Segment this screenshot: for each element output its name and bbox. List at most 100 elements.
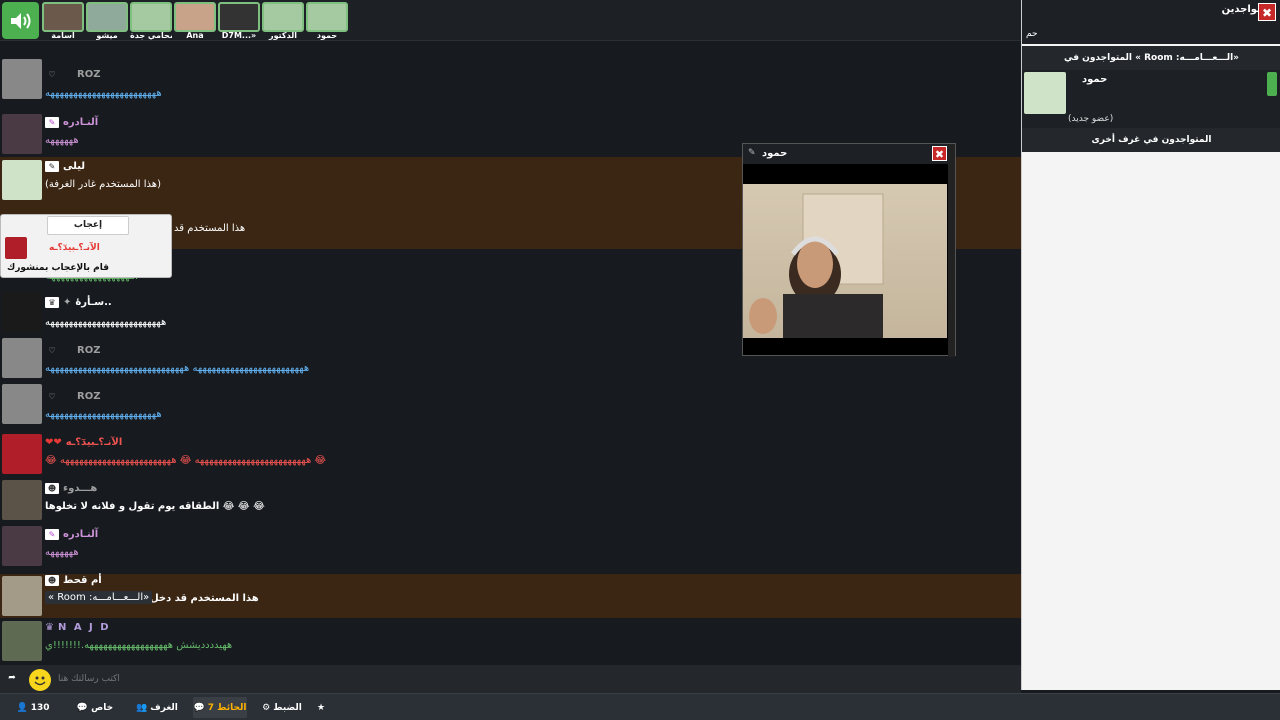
video-window[interactable]: ✎ حمود ✖ (742, 143, 956, 357)
cam-thumb[interactable]: محامي جدة (130, 2, 172, 40)
sender-name[interactable]: سـأرهٔ.. (75, 297, 111, 308)
sender-name[interactable]: N A J D (58, 622, 111, 633)
online-count-button[interactable]: 👤 130 (14, 697, 52, 718)
message-bar: ➦ (0, 665, 1021, 693)
message-header: ✎ آلنـادره (45, 529, 98, 540)
feather-badge-icon: ✎ (45, 529, 59, 540)
settings-button[interactable]: ⚙ الضبط (259, 697, 305, 718)
close-icon[interactable]: ✖ (1258, 3, 1276, 21)
sender-name[interactable]: ROZ (77, 345, 100, 356)
sender-name[interactable]: ROZ (77, 69, 100, 80)
avatar[interactable] (1024, 72, 1066, 114)
sender-name[interactable]: ليلى (63, 161, 85, 172)
cam-image (306, 2, 348, 32)
send-icon[interactable]: ➦ (4, 673, 20, 686)
cam-thumb[interactable]: اسامة (42, 2, 84, 40)
cam-image (174, 2, 216, 32)
room-link[interactable]: « Room :الـــعـــامـــه» (45, 591, 153, 604)
message-text: الطقاقه يوم تقول و فلانه لا تخلوها 😂 😂 😂 (45, 501, 265, 512)
gear-icon: ⚙ (262, 702, 271, 713)
crown-badge-icon: ♛ (45, 297, 59, 308)
online-count: 130 (30, 702, 50, 713)
speaker-icon[interactable] (2, 2, 39, 39)
notification-text: قام بالإعجاب بمنشورك (7, 263, 109, 273)
crown-badge-icon: ♛ (45, 622, 54, 633)
avatar[interactable] (2, 384, 42, 424)
other-rooms-header[interactable]: المتواجدون في غرف أخرى (1022, 128, 1280, 152)
message-text: ههههههه (45, 135, 79, 146)
chat-message: ☻ هـــدوء الطقاقه يوم تقول و فلانه لا تخل… (0, 477, 1021, 523)
message-text: هذا المستخدم قد دخل (150, 593, 259, 604)
room-users-header: المتواجدون في « Room :الـــعـــامـــه» (1022, 46, 1280, 70)
sender-name[interactable]: آلنـادره (63, 117, 98, 128)
private-label: خاص (91, 702, 114, 713)
video-titlebar[interactable]: ✎ حمود ✖ (743, 144, 955, 164)
avatar[interactable] (2, 526, 42, 566)
star-icon: ✦ (63, 297, 72, 308)
status-icon (1267, 72, 1277, 96)
avatar[interactable] (2, 59, 42, 99)
heart-badge-icon: ♡ (48, 70, 56, 79)
emoji-icon[interactable] (29, 669, 51, 691)
sender-name[interactable]: الآنـ؟ـبيدٓ؟ـه (66, 437, 123, 448)
message-text: ههيدددديشش ههههههههههههههههههه.!!!!!!!ي (45, 640, 233, 651)
online-user[interactable]: حمود (عضو جديد) (1022, 70, 1280, 128)
message-header: ♛ ✦ سـأرهٔ.. (45, 297, 112, 308)
avatar[interactable] (2, 576, 42, 616)
avatar[interactable] (2, 160, 42, 200)
online-panel: المتواجدين ✖ المتواجدون في « Room :الـــ… (1021, 0, 1280, 690)
bottom-nav: 👤 130 💬 خاص 👥 الغرف 💬 7 الحائط ⚙ الضبط ★ (0, 693, 1280, 720)
cam-thumb[interactable]: الدكتور (262, 2, 304, 40)
avatar[interactable] (2, 621, 42, 661)
message-text: ههههههههههههههههههههههههه (45, 88, 162, 99)
user-name[interactable]: حمود (1082, 74, 1107, 85)
like-notification[interactable]: إعجاب الآنـ؟ـبيدٓ؟ـه قام بالإعجاب بمنشور… (0, 214, 172, 278)
close-icon[interactable]: ✖ (932, 146, 947, 161)
notification-avatar (5, 237, 27, 259)
scrollbar[interactable] (948, 144, 955, 357)
private-button[interactable]: 💬 خاص (73, 697, 117, 718)
sender-name[interactable]: هـــدوء (63, 483, 97, 494)
star-button[interactable]: ★ (311, 697, 331, 718)
video-title: حمود (762, 148, 788, 159)
star-icon: ★ (316, 702, 326, 713)
message-input[interactable] (54, 669, 1020, 689)
chat-app: حمود الدكتور D7M...» Ana محامي جدة ميشو … (0, 0, 1280, 720)
cam-name: اسامة (51, 32, 75, 40)
pencil-icon: ✎ (748, 148, 756, 158)
avatar[interactable] (2, 292, 42, 332)
cam-image (130, 2, 172, 32)
settings-label: الضبط (273, 702, 302, 713)
message-header: ♡ ROZ (45, 69, 100, 80)
message-header: ✎ آلنـادره (45, 117, 98, 128)
chat-bubble-icon: 💬 (76, 702, 89, 713)
heart-badge-icon: ♡ (48, 392, 56, 401)
avatar[interactable] (2, 338, 42, 378)
message-header: ☻ هـــدوء (45, 483, 97, 494)
panel-header: المتواجدين ✖ (1022, 0, 1280, 24)
cam-name: محامي جدة (130, 32, 172, 40)
sender-name[interactable]: أم قحط (63, 575, 102, 586)
wall-count: 7 (207, 702, 215, 713)
cam-image (86, 2, 128, 32)
wall-button[interactable]: 💬 7 الحائط (193, 697, 247, 718)
avatar[interactable] (2, 480, 42, 520)
cam-thumb[interactable]: D7M...» (218, 2, 260, 40)
wall-label: الحائط (217, 702, 247, 713)
rooms-button[interactable]: 👥 الغرف (134, 697, 180, 718)
chat-message: ♡ ROZ ههههههههههههههههههههههههه (0, 56, 1021, 102)
chat-message: ☻ أم قحط هذا المستخدم قد دخل « Room :الــ… (0, 574, 1021, 618)
cam-thumb[interactable]: ميشو (86, 2, 128, 40)
mask-badge-icon: ☻ (45, 575, 59, 586)
avatar[interactable] (2, 114, 42, 154)
cam-thumb[interactable]: Ana (174, 2, 216, 40)
message-text: هههههههههههههههههههههههههه (45, 317, 167, 328)
cam-image (42, 2, 84, 32)
like-button[interactable]: إعجاب (47, 216, 129, 235)
avatar[interactable] (2, 434, 42, 474)
sender-name[interactable]: ROZ (77, 391, 100, 402)
search-input[interactable] (1022, 24, 1280, 44)
message-header: ❤❤ الآنـ؟ـبيدٓ؟ـه (45, 437, 122, 448)
cam-thumb[interactable]: حمود (306, 2, 348, 40)
sender-name[interactable]: آلنـادره (63, 529, 98, 540)
